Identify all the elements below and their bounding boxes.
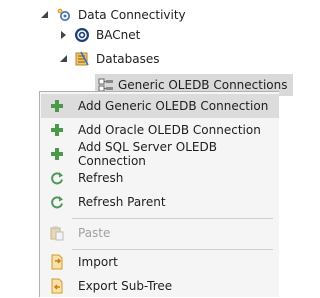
menu-item-import[interactable]: Import — [41, 250, 279, 274]
menu-item-add-oracle-oledb-connection[interactable]: Add Oracle OLEDB Connection — [41, 118, 279, 142]
data-connectivity-icon — [56, 7, 72, 23]
menu-item-label: Add SQL Server OLEDB Connection — [78, 140, 217, 168]
context-menu: Add Generic OLEDB Connection Add Oracle … — [39, 91, 279, 297]
tree-node-databases[interactable]: Databases — [59, 47, 160, 71]
refresh-icon — [49, 194, 65, 210]
plus-icon — [49, 146, 65, 162]
tree-node-label: BACnet — [96, 28, 141, 42]
menu-item-add-generic-oledb-connection[interactable]: Add Generic OLEDB Connection — [41, 94, 279, 118]
expand-arrow-icon[interactable] — [40, 10, 50, 20]
tree-node-label: Data Connectivity — [78, 8, 186, 22]
tree-node-bacnet[interactable]: BACnet — [59, 23, 140, 47]
menu-item-export-sub-tree[interactable]: Export Sub-Tree — [41, 274, 279, 298]
menu-item-add-sql-server-oledb-connection[interactable]: Add SQL Server OLEDB Connection — [41, 140, 279, 168]
refresh-icon — [49, 170, 65, 186]
menu-item-label: Paste — [78, 226, 111, 240]
menu-item-label: Add Generic OLEDB Connection — [78, 99, 269, 113]
menu-item-label: Refresh Parent — [78, 195, 166, 209]
menu-item-label: Export Sub-Tree — [78, 279, 173, 293]
expand-arrow-icon[interactable] — [59, 54, 69, 64]
plus-icon — [49, 98, 65, 114]
tree-node-label: Databases — [96, 52, 160, 66]
export-icon — [49, 278, 65, 294]
menu-item-paste[interactable]: Paste — [41, 221, 279, 245]
menu-item-label: Add Oracle OLEDB Connection — [78, 123, 261, 137]
menu-item-label: Import — [78, 255, 118, 269]
menu-item-label: Refresh — [78, 171, 124, 185]
import-icon — [49, 254, 65, 270]
plus-icon — [49, 122, 65, 138]
menu-item-refresh[interactable]: Refresh — [41, 166, 279, 190]
bacnet-icon — [74, 27, 90, 43]
menu-separator — [72, 218, 273, 219]
menu-item-refresh-parent[interactable]: Refresh Parent — [41, 190, 279, 214]
tree-node-label: Generic OLEDB Connections — [118, 78, 288, 92]
collapse-arrow-icon[interactable] — [59, 30, 69, 40]
database-icon — [74, 51, 90, 67]
paste-icon — [49, 225, 65, 241]
